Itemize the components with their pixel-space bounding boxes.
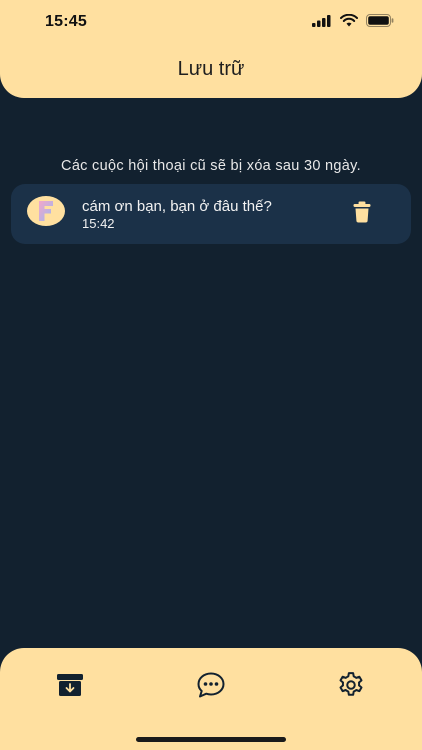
gear-icon bbox=[339, 672, 363, 696]
delete-button[interactable] bbox=[352, 201, 372, 223]
tab-archive[interactable] bbox=[54, 670, 86, 700]
page-title: Lưu trữ bbox=[177, 58, 245, 80]
conversation-item[interactable]: cám ơn bạn, bạn ở đâu thế? 15:42 bbox=[11, 184, 411, 244]
avatar-letter-f-icon bbox=[39, 201, 53, 221]
cellular-signal-icon bbox=[312, 14, 331, 27]
tab-chats[interactable] bbox=[195, 670, 227, 700]
header: 15:45 Lưu trữ bbox=[0, 0, 422, 98]
conversation-message: cám ơn bạn, bạn ở đâu thế? bbox=[82, 198, 272, 215]
status-time: 15:45 bbox=[45, 13, 87, 30]
trash-icon bbox=[353, 201, 371, 223]
retention-notice: Các cuộc hội thoại cũ sẽ bị xóa sau 30 n… bbox=[61, 158, 361, 174]
conversation-time: 15:42 bbox=[82, 216, 115, 231]
wifi-icon bbox=[340, 14, 358, 27]
tab-settings[interactable] bbox=[335, 670, 367, 700]
home-indicator bbox=[136, 737, 286, 742]
battery-icon bbox=[366, 14, 394, 27]
chat-bubble-icon bbox=[197, 672, 225, 698]
avatar bbox=[27, 196, 65, 226]
tab-bar bbox=[0, 648, 422, 750]
status-icons bbox=[312, 14, 394, 27]
archive-icon bbox=[57, 674, 83, 696]
